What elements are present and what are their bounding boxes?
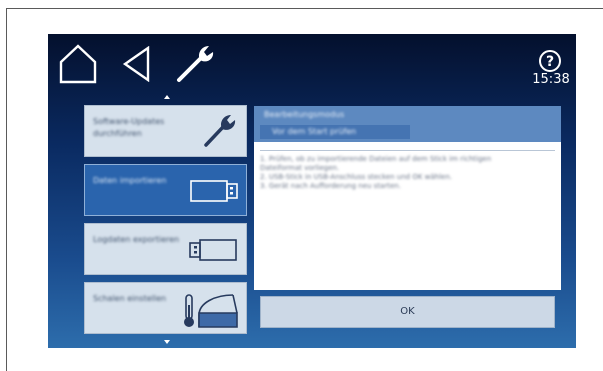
dialog-text-line: 3. Gerät nach Aufforderung neu starten. (260, 182, 401, 190)
dialog-text-line: Dateiformat vorliegen. (260, 164, 340, 172)
dialog-title: Bearbeitungsmodus (264, 110, 345, 119)
dialog-text-line: 2. USB-Stick in USB-Anschluss stecken un… (260, 173, 453, 181)
svg-text:?: ? (546, 54, 554, 70)
home-icon[interactable] (59, 44, 97, 84)
scroll-down-arrow[interactable] (164, 340, 170, 344)
usb-stick-icon (190, 180, 238, 202)
menu-item-software-update[interactable]: Software-Updates durchführen (84, 105, 247, 157)
usb-stick-icon (189, 239, 237, 261)
frame-border-top (6, 8, 603, 9)
menu-item-label: Daten importieren (93, 176, 167, 185)
wrench-icon (204, 115, 236, 147)
dialog-subtitle: Vor dem Start prüfen (272, 127, 357, 136)
clock: 15:38 (532, 72, 570, 87)
menu-item-label: Logdaten exportieren (93, 235, 180, 244)
ok-button[interactable]: OK (260, 296, 555, 328)
menu-item-bowl-settings[interactable]: Schalen einstellen (84, 282, 247, 334)
back-icon[interactable] (122, 46, 152, 82)
menu-item-label: Schalen einstellen (93, 294, 167, 303)
menu-item-label: Software-Updates durchführen (93, 117, 165, 138)
menu-item-import-data[interactable]: Daten importieren (84, 164, 247, 216)
dialog-body: 1. Prüfen, ob zu importierende Dateien a… (254, 142, 561, 290)
dialog-header: Bearbeitungsmodus Vor dem Start prüfen (254, 106, 561, 142)
dialog-text: 1. Prüfen, ob zu importierende Dateien a… (260, 150, 555, 191)
dialog-subtitle-bar: Vor dem Start prüfen (260, 125, 410, 139)
frame-border-left (6, 8, 7, 371)
dialog-text-line: 1. Prüfen, ob zu importierende Dateien a… (260, 155, 492, 163)
top-bar: ? 15:38 (48, 34, 576, 94)
menu-item-export-logs[interactable]: Logdaten exportieren (84, 223, 247, 275)
thermometer-bowl-icon (184, 294, 238, 328)
help-icon[interactable]: ? (538, 49, 562, 73)
wrench-icon[interactable] (173, 42, 221, 86)
scroll-up-arrow[interactable] (164, 95, 170, 99)
device-screen: ? 15:38 Software-Updates durchführen Dat… (48, 34, 576, 348)
